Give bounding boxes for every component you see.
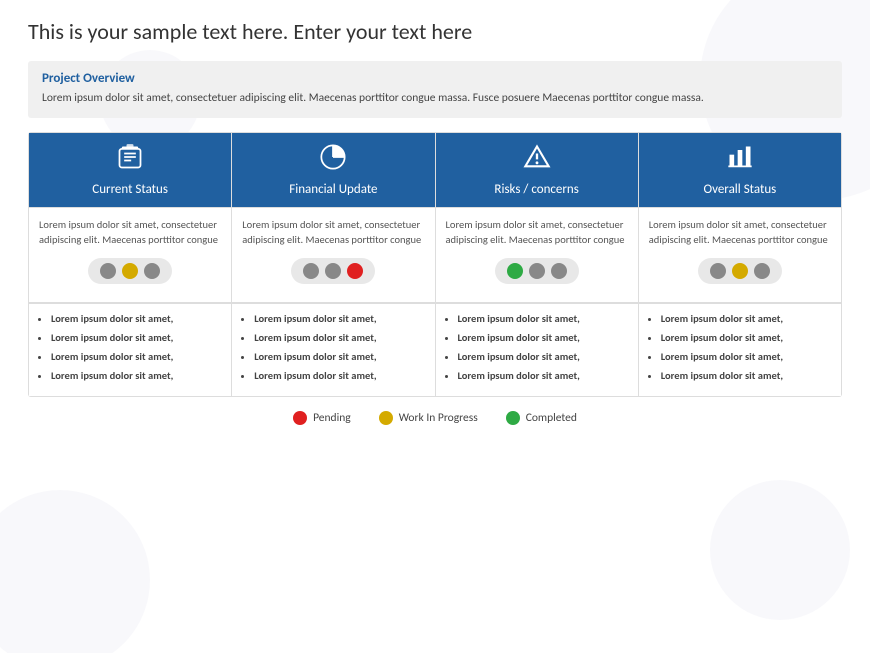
col-text-risks-concerns: Lorem ipsum dolor sit amet, consectetuer… [446, 218, 628, 247]
dot-2 [122, 263, 138, 279]
bullet-item: Lorem ipsum dolor sit amet, [254, 312, 424, 325]
bar-chart-icon [647, 143, 833, 177]
status-dots-financial-update [291, 258, 375, 284]
col-text-overall-status: Lorem ipsum dolor sit amet, consectetuer… [649, 218, 831, 247]
col-header-financial-update: Financial Update [232, 133, 435, 208]
status-dots-overall-status [698, 258, 782, 284]
col-bullets-risks-concerns: Lorem ipsum dolor sit amet, Lorem ipsum … [435, 302, 638, 396]
col-content-financial-update: Lorem ipsum dolor sit amet, consectetuer… [232, 208, 435, 302]
dot-2 [325, 263, 341, 279]
dot-2 [529, 263, 545, 279]
dot-1 [710, 263, 726, 279]
col-text-current-status: Lorem ipsum dolor sit amet, consectetuer… [39, 218, 221, 247]
page-content: This is your sample text here. Enter you… [0, 0, 870, 441]
bullet-item: Lorem ipsum dolor sit amet, [661, 312, 831, 325]
col-bullets-overall-status: Lorem ipsum dolor sit amet, Lorem ipsum … [638, 302, 841, 396]
content-row: Lorem ipsum dolor sit amet, consectetuer… [29, 208, 842, 302]
bullet-item: Lorem ipsum dolor sit amet, [51, 369, 221, 382]
overview-title: Project Overview [42, 71, 828, 86]
legend-row: Pending Work In Progress Completed [28, 411, 842, 425]
bullet-item: Lorem ipsum dolor sit amet, [254, 369, 424, 382]
dot-1 [303, 263, 319, 279]
dot-1 [100, 263, 116, 279]
col-bullets-financial-update: Lorem ipsum dolor sit amet, Lorem ipsum … [232, 302, 435, 396]
bullet-item: Lorem ipsum dolor sit amet, [661, 369, 831, 382]
legend-pending: Pending [293, 411, 351, 425]
col-text-financial-update: Lorem ipsum dolor sit amet, consectetuer… [242, 218, 424, 247]
legend-label-pending: Pending [313, 411, 351, 425]
dot-3 [347, 263, 363, 279]
col-content-overall-status: Lorem ipsum dolor sit amet, consectetuer… [638, 208, 841, 302]
bullet-item: Lorem ipsum dolor sit amet, [458, 331, 628, 344]
bullet-item: Lorem ipsum dolor sit amet, [458, 312, 628, 325]
dot-1 [507, 263, 523, 279]
col-header-risks-concerns: Risks / concerns [435, 133, 638, 208]
bullet-item: Lorem ipsum dolor sit amet, [254, 350, 424, 363]
bullet-item: Lorem ipsum dolor sit amet, [458, 369, 628, 382]
bullet-item: Lorem ipsum dolor sit amet, [661, 331, 831, 344]
status-dots-current-status [88, 258, 172, 284]
dot-3 [551, 263, 567, 279]
page-title: This is your sample text here. Enter you… [28, 18, 842, 47]
bullet-item: Lorem ipsum dolor sit amet, [51, 350, 221, 363]
legend-dot-completed [506, 411, 520, 425]
legend-dot-wip [379, 411, 393, 425]
col-content-current-status: Lorem ipsum dolor sit amet, consectetuer… [29, 208, 232, 302]
col-label-overall-status: Overall Status [647, 182, 833, 197]
header-row: Current Status Financial [29, 133, 842, 208]
col-header-overall-status: Overall Status [638, 133, 841, 208]
status-dots-risks-concerns [495, 258, 579, 284]
bullets-row: Lorem ipsum dolor sit amet, Lorem ipsum … [29, 302, 842, 396]
bullet-item: Lorem ipsum dolor sit amet, [661, 350, 831, 363]
legend-dot-pending [293, 411, 307, 425]
dot-3 [754, 263, 770, 279]
clipboard-icon [37, 143, 223, 177]
bullet-item: Lorem ipsum dolor sit amet, [51, 331, 221, 344]
main-table: Current Status Financial [28, 132, 842, 396]
pie-chart-icon [240, 143, 426, 177]
col-label-risks-concerns: Risks / concerns [444, 182, 630, 197]
overview-text: Lorem ipsum dolor sit amet, consectetuer… [42, 90, 828, 107]
col-label-current-status: Current Status [37, 182, 223, 197]
warning-icon [444, 143, 630, 177]
legend-label-completed: Completed [526, 411, 577, 425]
col-bullets-current-status: Lorem ipsum dolor sit amet, Lorem ipsum … [29, 302, 232, 396]
dot-2 [732, 263, 748, 279]
legend-work-in-progress: Work In Progress [379, 411, 478, 425]
col-header-current-status: Current Status [29, 133, 232, 208]
bullet-item: Lorem ipsum dolor sit amet, [254, 331, 424, 344]
bullet-item: Lorem ipsum dolor sit amet, [51, 312, 221, 325]
col-content-risks-concerns: Lorem ipsum dolor sit amet, consectetuer… [435, 208, 638, 302]
bullet-item: Lorem ipsum dolor sit amet, [458, 350, 628, 363]
legend-label-wip: Work In Progress [399, 411, 478, 425]
col-label-financial-update: Financial Update [240, 182, 426, 197]
overview-box: Project Overview Lorem ipsum dolor sit a… [28, 61, 842, 119]
legend-completed: Completed [506, 411, 577, 425]
dot-3 [144, 263, 160, 279]
